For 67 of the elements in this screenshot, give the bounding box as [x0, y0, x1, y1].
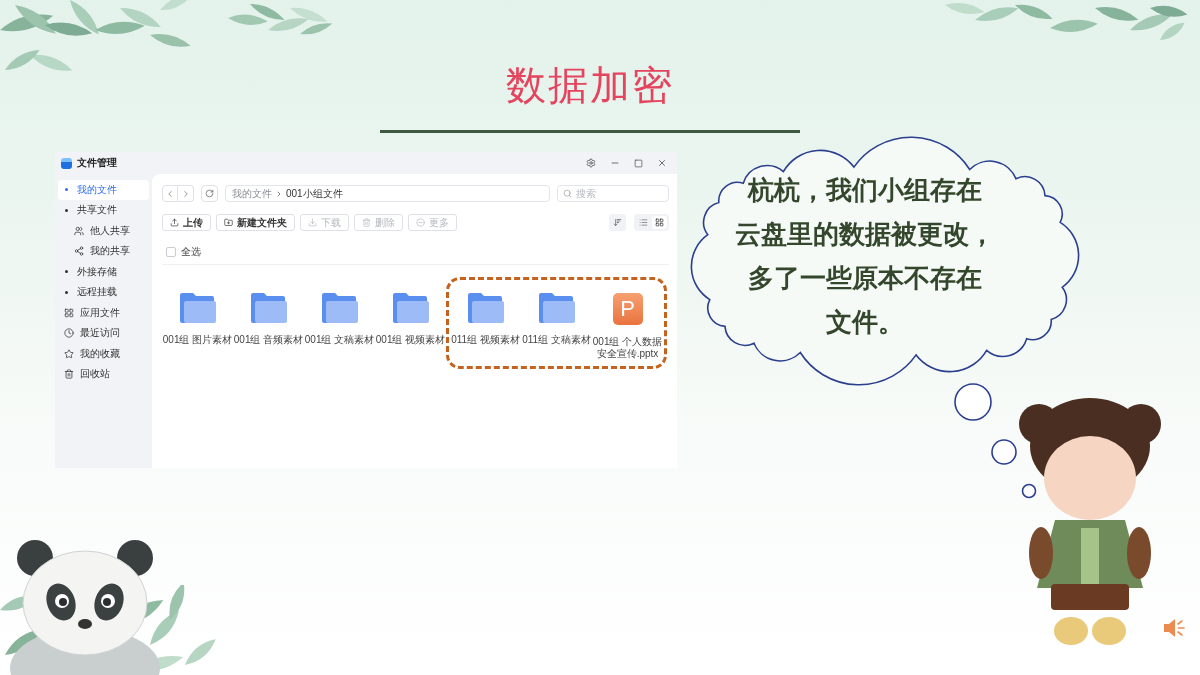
folder-icon[interactable] [179, 293, 216, 323]
grid-icon [64, 307, 74, 318]
download-icon [308, 218, 317, 227]
file-name: 001组 视频素材 [375, 334, 446, 346]
sort-icon [613, 218, 622, 227]
chevron-left-icon [165, 188, 175, 199]
folder-icon[interactable] [250, 293, 287, 323]
speech-text: 杭杭，我们小组存在 云盘里的数据被更改， 多了一些原本不存在 文件。 [735, 174, 995, 339]
share-icon [74, 246, 84, 257]
window-title: 文件管理 [77, 156, 117, 170]
sidebar-item[interactable]: 外接存储 [58, 262, 149, 282]
grid-view-button[interactable] [652, 216, 667, 229]
search-icon [563, 189, 572, 198]
file-name: 001组 音频素材 [233, 334, 304, 346]
slide-title: 数据加密 [505, 62, 675, 109]
list-icon [639, 218, 648, 227]
app-icon [61, 157, 72, 169]
refresh-icon [205, 189, 214, 198]
refresh-button[interactable] [201, 185, 218, 202]
thought-dot [1021, 483, 1037, 499]
chevron-icon [275, 189, 283, 198]
clock-icon [64, 328, 74, 339]
breadcrumb-item[interactable]: 我的文件 [232, 186, 272, 201]
select-all-label[interactable]: 全选 [181, 245, 201, 259]
file-name: 011组 视频素材 [450, 334, 521, 346]
list-view-button[interactable] [636, 216, 651, 229]
folder-plus-icon [224, 218, 233, 227]
file-name: 001组 个人数据安全宣传.pptx [592, 336, 663, 360]
sidebar-item[interactable]: 我的收藏 [58, 344, 149, 364]
breadcrumb-item[interactable]: 001小组文件 [286, 186, 343, 201]
new-folder-button[interactable]: 新建文件夹 [216, 214, 295, 231]
search-field[interactable]: 搜索 [557, 185, 669, 202]
sidebar-item[interactable]: 回收站 [58, 364, 149, 384]
people-icon [74, 225, 84, 236]
trash-icon [362, 218, 371, 227]
sidebar-item[interactable]: 应用文件 [58, 303, 149, 323]
sidebar-item[interactable]: 最近访问 [58, 323, 149, 343]
file-name: 001组 图片素材 [162, 334, 233, 346]
folder-icon[interactable] [467, 293, 504, 323]
file-name: 011组 文稿素材 [521, 334, 592, 346]
minus-circle-icon [416, 218, 425, 227]
trash-icon [64, 369, 74, 380]
thought-dot [954, 383, 992, 421]
settings-icon[interactable] [586, 158, 596, 168]
grid-icon [655, 218, 664, 227]
upload-button[interactable]: 上传 [162, 214, 211, 231]
thought-dot [991, 439, 1017, 465]
star-icon [64, 348, 74, 359]
folder-icon[interactable] [392, 293, 429, 323]
close-icon[interactable] [657, 158, 667, 168]
sidebar-item[interactable]: 远程挂载 [58, 282, 149, 302]
folder-icon[interactable] [321, 293, 358, 323]
sort-button[interactable] [609, 214, 626, 231]
sidebar-item[interactable]: 我的共享 [58, 241, 149, 261]
bullet-icon [65, 208, 68, 212]
speaker-icon[interactable] [1162, 616, 1186, 640]
sidebar-item[interactable]: 我的文件 [58, 180, 149, 200]
bullet-icon [65, 270, 68, 274]
folder-icon[interactable] [538, 293, 575, 323]
select-all-checkbox[interactable] [166, 247, 176, 257]
sidebar-item[interactable]: 共享文件 [58, 200, 149, 220]
maximize-icon[interactable] [634, 158, 643, 168]
bullet-icon [65, 188, 68, 192]
file-name: 001组 文稿素材 [304, 334, 375, 346]
upload-icon [170, 218, 179, 227]
sidebar-item[interactable]: 他人共享 [58, 221, 149, 241]
bullet-icon [65, 290, 68, 294]
